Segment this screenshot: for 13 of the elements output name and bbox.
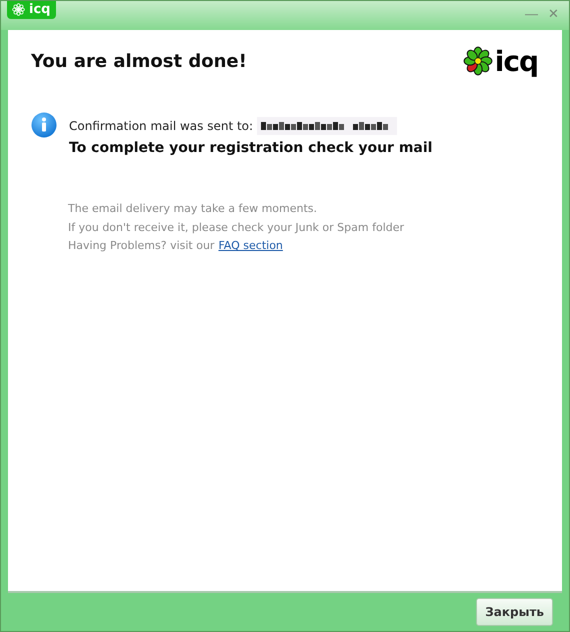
note-text: The email delivery may take a few moments.	[68, 201, 318, 217]
flower-icon	[12, 3, 25, 16]
instruction-text: To complete your registration check your mail	[69, 140, 432, 156]
app-name: icq	[29, 2, 50, 17]
note-text: If you don't receive it, please check your Junk or Spam folder	[68, 220, 406, 236]
close-dialog-button[interactable]: Закрыть	[476, 598, 553, 626]
page-heading: You are almost done!	[31, 50, 247, 72]
info-icon	[31, 112, 57, 138]
help-text: Having Problems? visit our	[68, 238, 214, 254]
confirmation-text: Confirmation mail was sent to:	[69, 119, 254, 133]
faq-link[interactable]: FAQ section	[218, 239, 283, 252]
flower-logo-icon	[462, 46, 493, 76]
logo-text: icq	[494, 48, 538, 76]
